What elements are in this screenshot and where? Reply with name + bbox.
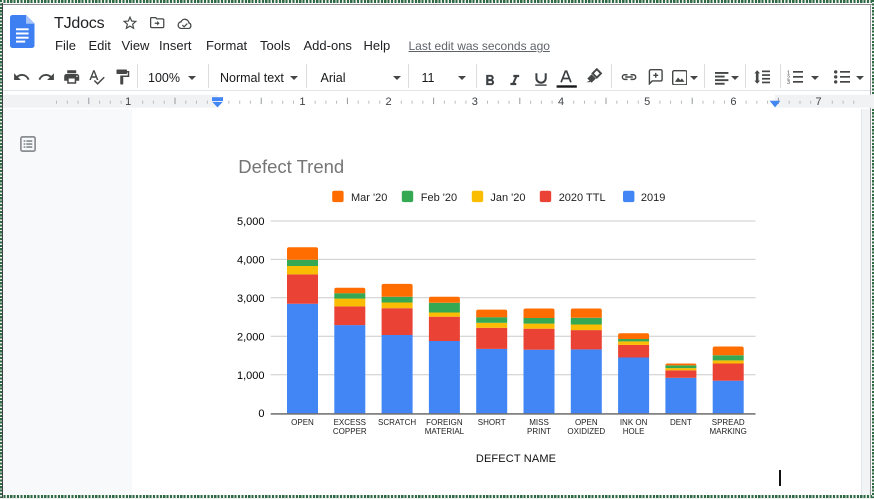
svg-text:Feb '20: Feb '20 — [421, 192, 457, 204]
svg-text:4,000: 4,000 — [237, 254, 265, 266]
svg-text:2,000: 2,000 — [237, 331, 265, 343]
svg-text:EXCESS: EXCESS — [334, 418, 366, 427]
svg-text:INK ON: INK ON — [620, 418, 648, 427]
svg-text:SPREAD: SPREAD — [712, 418, 745, 427]
svg-text:3: 3 — [472, 96, 478, 108]
svg-text:PRINT: PRINT — [527, 427, 551, 436]
svg-text:7: 7 — [815, 96, 821, 108]
svg-text:SCRATCH: SCRATCH — [378, 418, 416, 427]
svg-text:2020 TTL: 2020 TTL — [559, 192, 606, 204]
svg-text:OPEN: OPEN — [291, 418, 314, 427]
svg-text:4: 4 — [558, 96, 564, 108]
svg-text:Defect Trend: Defect Trend — [238, 156, 344, 177]
svg-text:MARKING: MARKING — [710, 427, 747, 436]
svg-text:MATERIAL: MATERIAL — [425, 427, 465, 436]
svg-text:Mar '20: Mar '20 — [351, 192, 387, 204]
svg-text:DEFECT NAME: DEFECT NAME — [476, 453, 556, 465]
svg-text:DENT: DENT — [670, 418, 692, 427]
svg-text:HOLE: HOLE — [623, 427, 645, 436]
svg-text:Jan '20: Jan '20 — [490, 192, 525, 204]
svg-text:FOREIGN: FOREIGN — [426, 418, 463, 427]
svg-text:2: 2 — [386, 96, 392, 108]
svg-text:1: 1 — [299, 96, 305, 108]
svg-text:COPPER: COPPER — [333, 427, 367, 436]
svg-text:0: 0 — [258, 408, 264, 420]
svg-text:1: 1 — [125, 96, 131, 108]
svg-text:3,000: 3,000 — [237, 293, 265, 305]
svg-text:6: 6 — [730, 96, 736, 108]
svg-text:OPEN: OPEN — [575, 418, 598, 427]
svg-text:OXIDIZED: OXIDIZED — [567, 427, 605, 436]
svg-text:2019: 2019 — [641, 192, 665, 204]
svg-text:MISS: MISS — [529, 418, 549, 427]
svg-text:SHORT: SHORT — [478, 418, 506, 427]
svg-text:5,000: 5,000 — [237, 216, 265, 228]
svg-text:5: 5 — [644, 96, 650, 108]
svg-text:1,000: 1,000 — [237, 370, 265, 382]
